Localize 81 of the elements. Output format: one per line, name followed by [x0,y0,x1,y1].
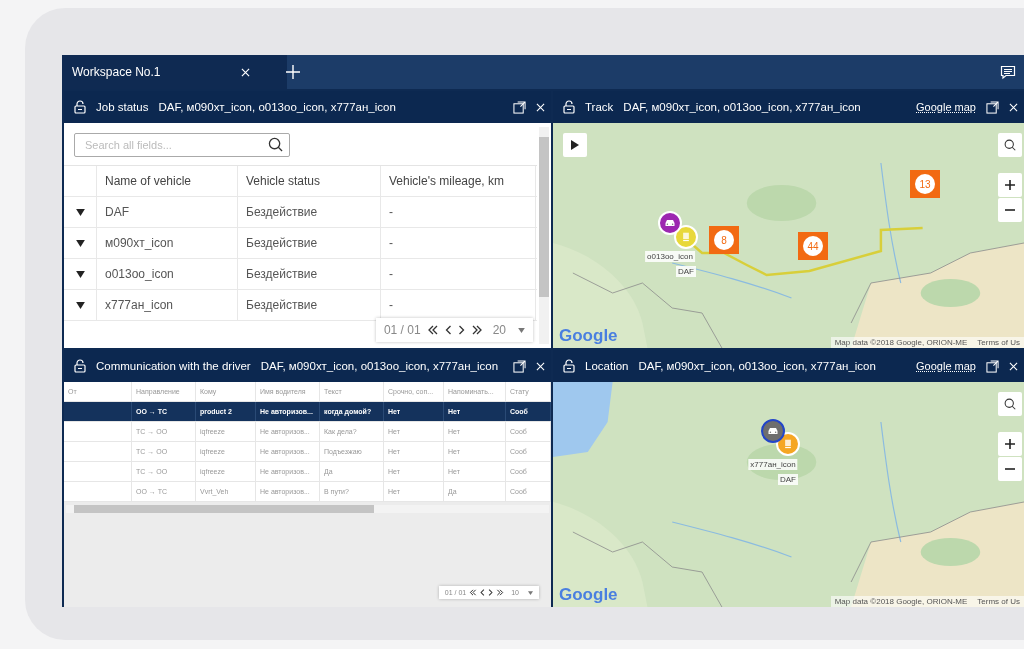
marker-label: o013oo_icon [645,251,695,262]
add-tab-icon[interactable] [286,65,300,79]
search-field[interactable]: Search all fields... [74,133,290,157]
cluster-marker[interactable]: 13 [910,170,940,198]
marker-label: DAF [778,474,798,485]
marker-label: x777ан_icon [748,459,798,470]
last-page-icon[interactable] [470,325,483,335]
unlock-icon[interactable] [74,359,86,373]
play-icon [571,140,579,150]
table-cell: - [381,259,536,289]
table-cell: Бездействие [238,259,381,289]
unlock-icon[interactable] [563,359,575,373]
close-icon[interactable] [1009,102,1018,112]
zoom-out-button[interactable] [998,457,1022,481]
maximize-icon[interactable] [513,100,526,114]
search-button[interactable] [998,133,1022,157]
map-logo: Google [559,326,618,346]
map-type-link[interactable]: Google map [916,360,976,372]
terms-link[interactable]: Terms of Us [977,597,1020,606]
panel-title: Track [585,101,614,113]
page-indicator: 01 / 01 [383,323,421,337]
search-icon [1004,139,1016,151]
vehicle-list: DAF, м090хт_icon, o013oo_icon, x777ан_icon [260,360,499,372]
scrollbar[interactable] [539,127,549,344]
maximize-icon[interactable] [986,100,999,114]
next-page-icon[interactable] [457,325,465,335]
previous-page-icon[interactable] [480,589,486,596]
caret-icon[interactable] [75,270,85,278]
maximize-icon[interactable] [986,359,999,373]
zoom-in-button[interactable] [998,173,1022,197]
zoom-out-button[interactable] [998,198,1022,222]
panel-title: Communication with the driver [96,360,251,372]
marker-label: DAF [676,266,696,277]
column-header[interactable]: Name of vehicle [97,166,238,196]
terms-link[interactable]: Terms of Us [977,338,1020,347]
search-icon [1004,398,1016,410]
unlock-icon[interactable] [563,100,575,114]
caret-icon[interactable] [75,208,85,216]
map-attribution: Map data ©2018 Google, ORION-ME [834,338,968,347]
close-icon[interactable] [1009,361,1018,371]
cluster-marker[interactable]: 44 [798,232,828,260]
first-page-icon[interactable] [426,325,439,335]
table-cell: DAF [97,197,238,227]
panel-title: Job status [96,101,149,113]
map-attribution: Map data ©2018 Google, ORION-ME [834,597,968,606]
first-page-icon[interactable] [469,589,478,596]
vehicle-list: DAF, м090хт_icon, o013oo_icon, x777ан_icon [638,360,876,372]
previous-page-icon[interactable] [444,325,452,335]
vehicle-list: DAF, м090хт_icon, o013oo_icon, x777ан_icon [158,101,396,113]
next-page-icon[interactable] [488,589,494,596]
play-button[interactable] [563,133,587,157]
close-icon[interactable] [536,361,545,371]
table-cell: м090хт_icon [97,228,238,258]
zoom-in-button[interactable] [998,432,1022,456]
panel-title: Location [585,360,629,372]
caret-icon[interactable] [75,239,85,247]
chat-icon[interactable] [1000,64,1016,80]
maximize-icon[interactable] [513,359,526,373]
vehicle-list: DAF, м090хт_icon, o013oo_icon, x777ан_icon [623,101,861,113]
plus-icon [1004,179,1016,191]
column-header[interactable]: Vehicle status [238,166,381,196]
last-page-icon[interactable] [496,589,505,596]
search-button[interactable] [998,392,1022,416]
table-cell: x777ан_icon [97,290,238,320]
table-cell: Бездействие [238,228,381,258]
caret-icon[interactable] [75,301,85,309]
search-icon[interactable] [268,137,283,152]
page-size-select[interactable]: 20 [492,323,506,337]
table-cell: - [381,197,536,227]
close-icon[interactable] [536,102,545,112]
cluster-marker[interactable]: 8 [709,226,739,254]
table-cell: Бездействие [238,197,381,227]
workspace-tab[interactable]: Workspace No.1 [62,55,287,89]
column-header[interactable]: Vehicle's mileage, km [381,166,536,196]
unlock-icon[interactable] [74,100,86,114]
table-cell: - [381,228,536,258]
map-logo: Google [559,585,618,605]
map-type-link[interactable]: Google map [916,101,976,113]
scrollbar[interactable] [66,505,549,513]
table-cell: o013oo_icon [97,259,238,289]
plus-icon [1004,438,1016,450]
